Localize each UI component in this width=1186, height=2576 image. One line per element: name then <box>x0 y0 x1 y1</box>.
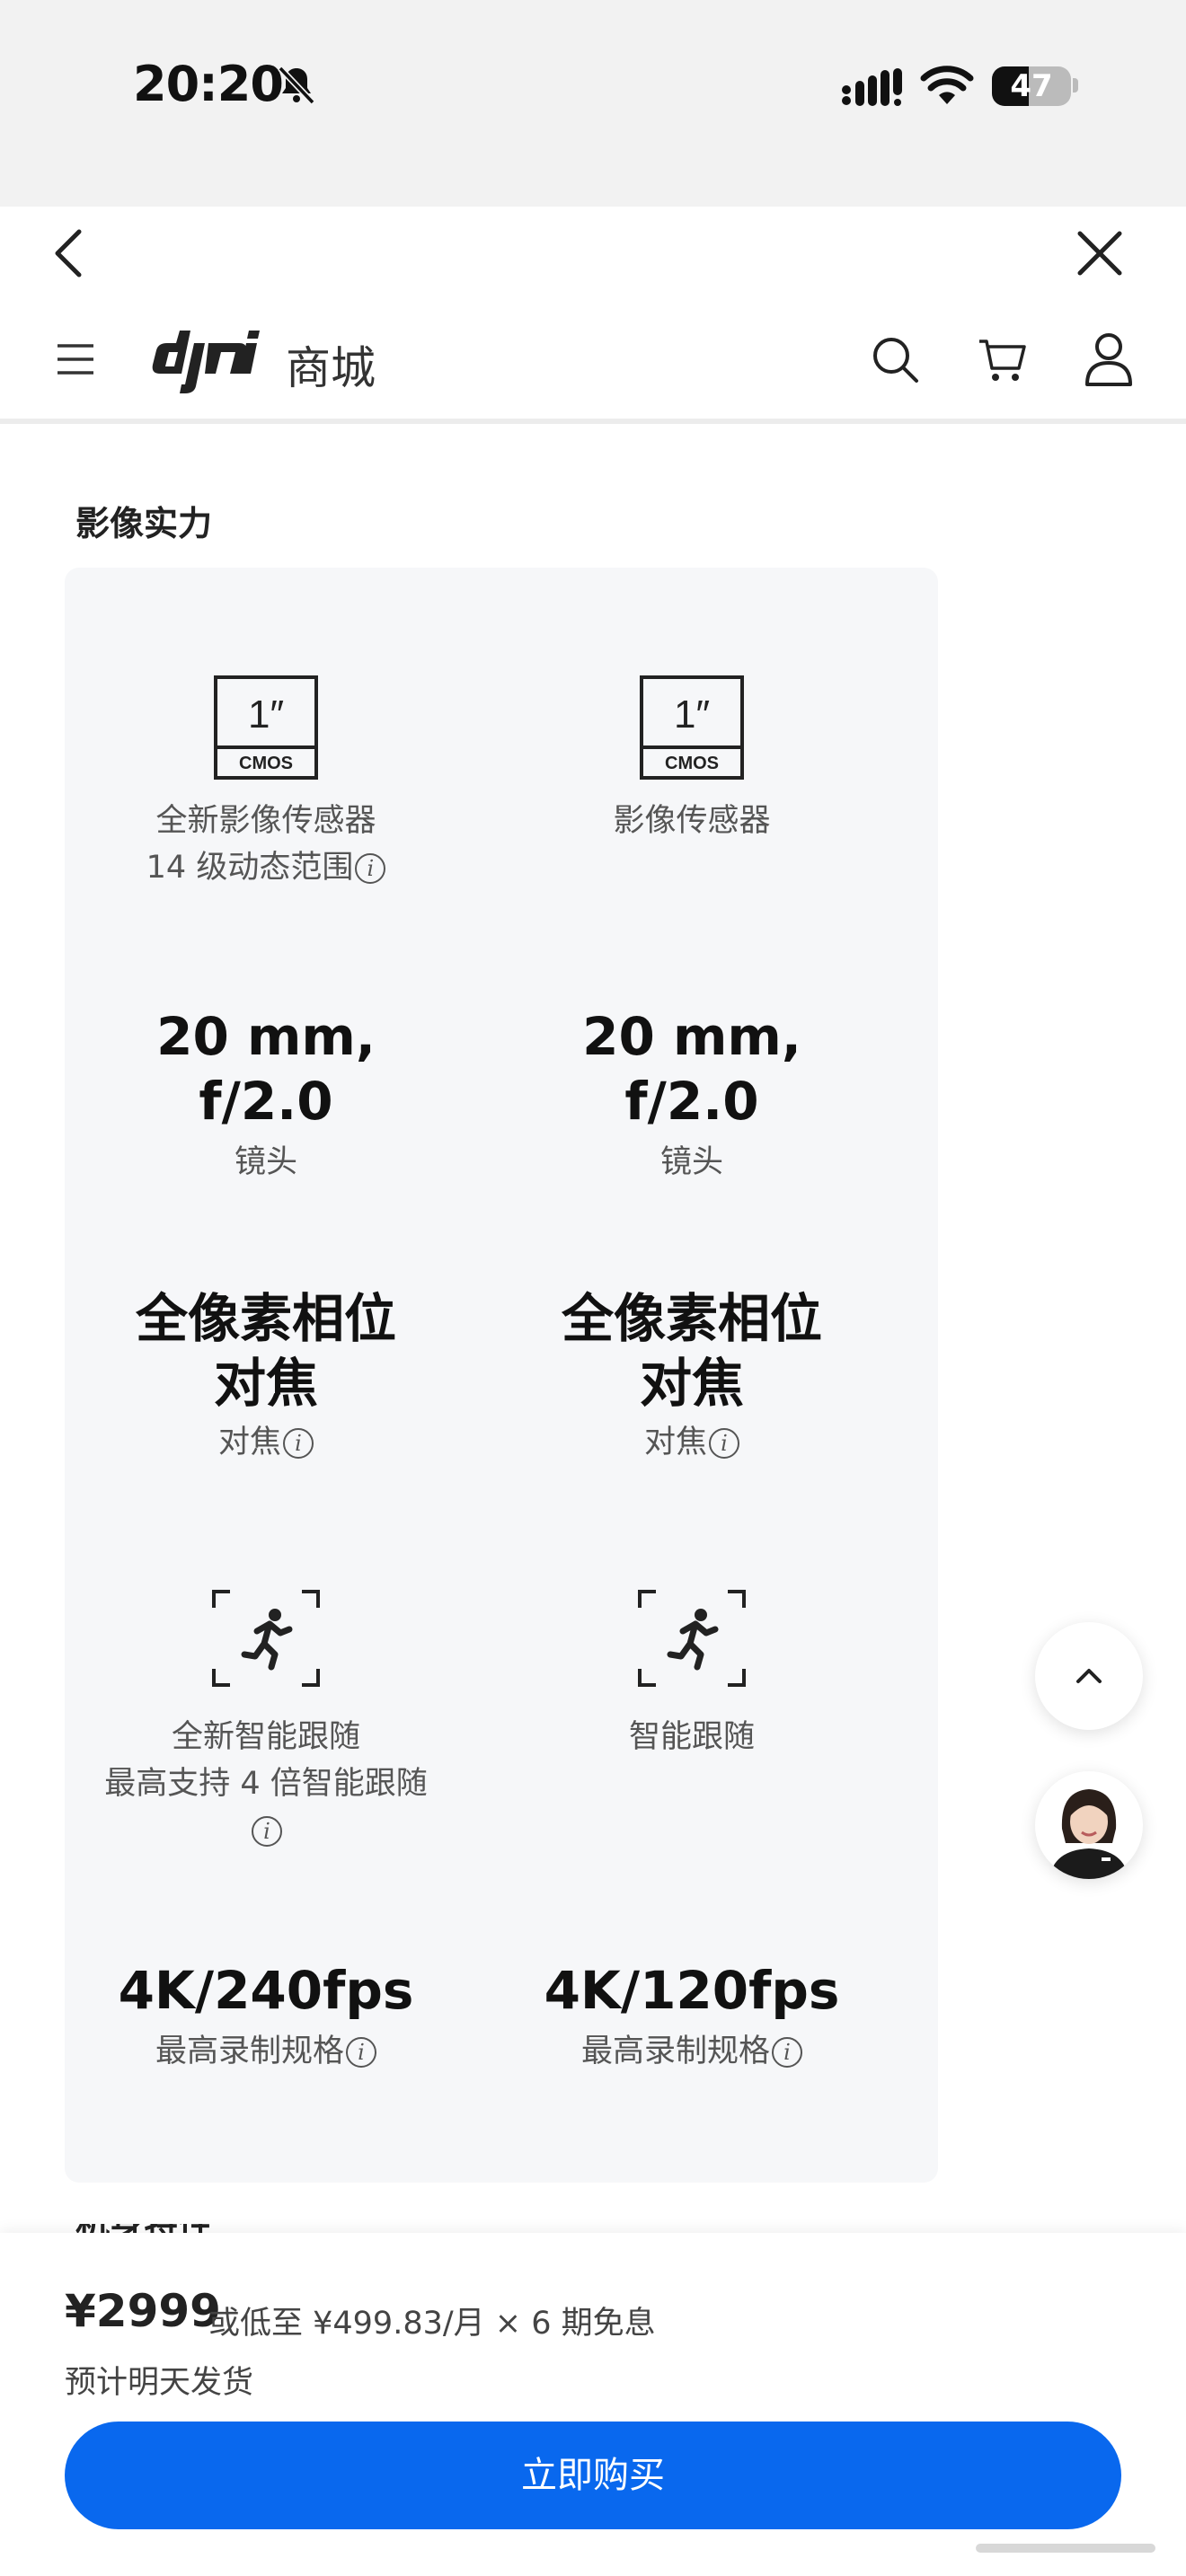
sensor-desc: 影像传感器 <box>613 803 771 839</box>
info-icon[interactable]: i <box>346 2037 376 2068</box>
status-bar: 20:20 47 <box>0 0 1186 207</box>
recording-spec: 4K/120fps <box>544 1960 840 2021</box>
back-icon[interactable] <box>47 225 90 282</box>
scroll-to-top-button[interactable] <box>1035 1622 1143 1730</box>
info-icon[interactable]: i <box>252 1816 282 1847</box>
info-icon[interactable]: i <box>355 853 386 884</box>
support-agent-avatar <box>1037 1773 1141 1879</box>
spec-tracking-left: 全新智能跟随 最高支持 4 倍智能跟随 i <box>86 1590 446 1854</box>
close-icon[interactable] <box>1075 228 1125 278</box>
lens-focal: 20 mm, <box>156 1006 376 1067</box>
dynamic-range: 14 级动态范围 i <box>86 844 446 891</box>
tracking-detail: 最高支持 4 倍智能跟随 <box>104 1766 428 1802</box>
dji-logo[interactable] <box>149 323 261 395</box>
price: ¥2999 <box>65 2285 221 2337</box>
spec-focus-left: 全像素相位 对焦 对焦 i <box>86 1286 446 1466</box>
focus-label: 对焦 i <box>86 1419 446 1466</box>
focus-title-2: 对焦 <box>639 1353 744 1414</box>
support-avatar[interactable] <box>1035 1771 1143 1879</box>
spec-lens-left: 20 mm, f/2.0 镜头 <box>86 1004 446 1186</box>
tracking-desc: 智能跟随 <box>628 1719 755 1755</box>
focus-title-1: 全像素相位 <box>561 1288 822 1349</box>
status-time: 20:20 <box>133 56 284 112</box>
shipping-estimate: 预计明天发货 <box>65 2365 254 2401</box>
focus-label-text: 对焦 <box>217 1425 281 1460</box>
site-header: 商城 <box>0 296 1186 424</box>
battery-level: 47 <box>1010 68 1053 104</box>
focus-label: 对焦 i <box>512 1419 872 1466</box>
section-title: 影像实力 <box>75 504 213 543</box>
wifi-icon <box>920 66 974 104</box>
focus-title-2: 对焦 <box>213 1353 318 1414</box>
cmos-type-label: CMOS <box>665 754 719 773</box>
recording-label-text: 最高录制规格 <box>155 2033 344 2069</box>
cmos-sensor-icon: 1″ CMOS <box>214 675 318 780</box>
cart-icon[interactable] <box>978 334 1028 384</box>
buy-now-button[interactable]: 立即购买 <box>65 2422 1121 2529</box>
cmos-type-label: CMOS <box>239 754 293 773</box>
lens-label: 镜头 <box>659 1144 723 1180</box>
spec-lens-right: 20 mm, f/2.0 镜头 <box>512 1004 872 1186</box>
purchase-bar: ¥2999 或低至 ¥499.83/月 × 6 期免息 预计明天发货 立即购买 <box>0 2233 1186 2576</box>
info-icon[interactable]: i <box>709 1428 739 1459</box>
user-icon[interactable] <box>1084 332 1134 386</box>
menu-icon[interactable] <box>56 343 95 375</box>
subject-tracking-icon <box>638 1590 746 1687</box>
spec-recording-right: 4K/120fps 最高录制规格 i <box>512 1958 872 2075</box>
tracking-desc: 全新智能跟随 <box>171 1719 360 1755</box>
subject-tracking-icon <box>212 1590 320 1687</box>
cmos-size-label: 1″ <box>674 693 710 737</box>
installment-info: 或低至 ¥499.83/月 × 6 期免息 <box>208 2306 656 2342</box>
cmos-size-label: 1″ <box>248 693 284 737</box>
info-icon[interactable]: i <box>283 1428 314 1459</box>
chevron-up-icon <box>1076 1669 1102 1683</box>
spec-focus-right: 全像素相位 对焦 对焦 i <box>512 1286 872 1466</box>
home-indicator <box>976 2544 1155 2553</box>
signal-icon <box>842 68 902 106</box>
info-icon[interactable]: i <box>772 2037 802 2068</box>
spec-recording-left: 4K/240fps 最高录制规格 i <box>86 1958 446 2075</box>
focus-title-1: 全像素相位 <box>135 1288 396 1349</box>
search-icon[interactable] <box>870 334 920 384</box>
spec-sensor-right: 1″ CMOS 影像传感器 <box>512 675 872 844</box>
recording-spec: 4K/240fps <box>118 1960 414 2021</box>
recording-label-text: 最高录制规格 <box>580 2033 770 2069</box>
lens-aperture: f/2.0 <box>199 1071 333 1132</box>
tracking-info: i <box>86 1807 446 1854</box>
focus-label-text: 对焦 <box>643 1425 707 1460</box>
sensor-desc: 全新影像传感器 <box>155 803 376 839</box>
battery-icon: 47 <box>992 65 1078 108</box>
spec-sensor-left: 1″ CMOS 全新影像传感器 14 级动态范围 i <box>86 675 446 891</box>
bell-off-icon <box>278 66 315 105</box>
spec-tracking-right: 智能跟随 <box>512 1590 872 1760</box>
lens-focal: 20 mm, <box>582 1006 801 1067</box>
recording-label: 最高录制规格 i <box>86 2028 446 2075</box>
cmos-sensor-icon: 1″ CMOS <box>640 675 744 780</box>
store-title: 商城 <box>286 342 376 394</box>
lens-label: 镜头 <box>234 1144 297 1180</box>
recording-label: 最高录制规格 i <box>512 2028 872 2075</box>
dynamic-range-text: 14 级动态范围 <box>146 850 354 886</box>
lens-aperture: f/2.0 <box>624 1071 759 1132</box>
